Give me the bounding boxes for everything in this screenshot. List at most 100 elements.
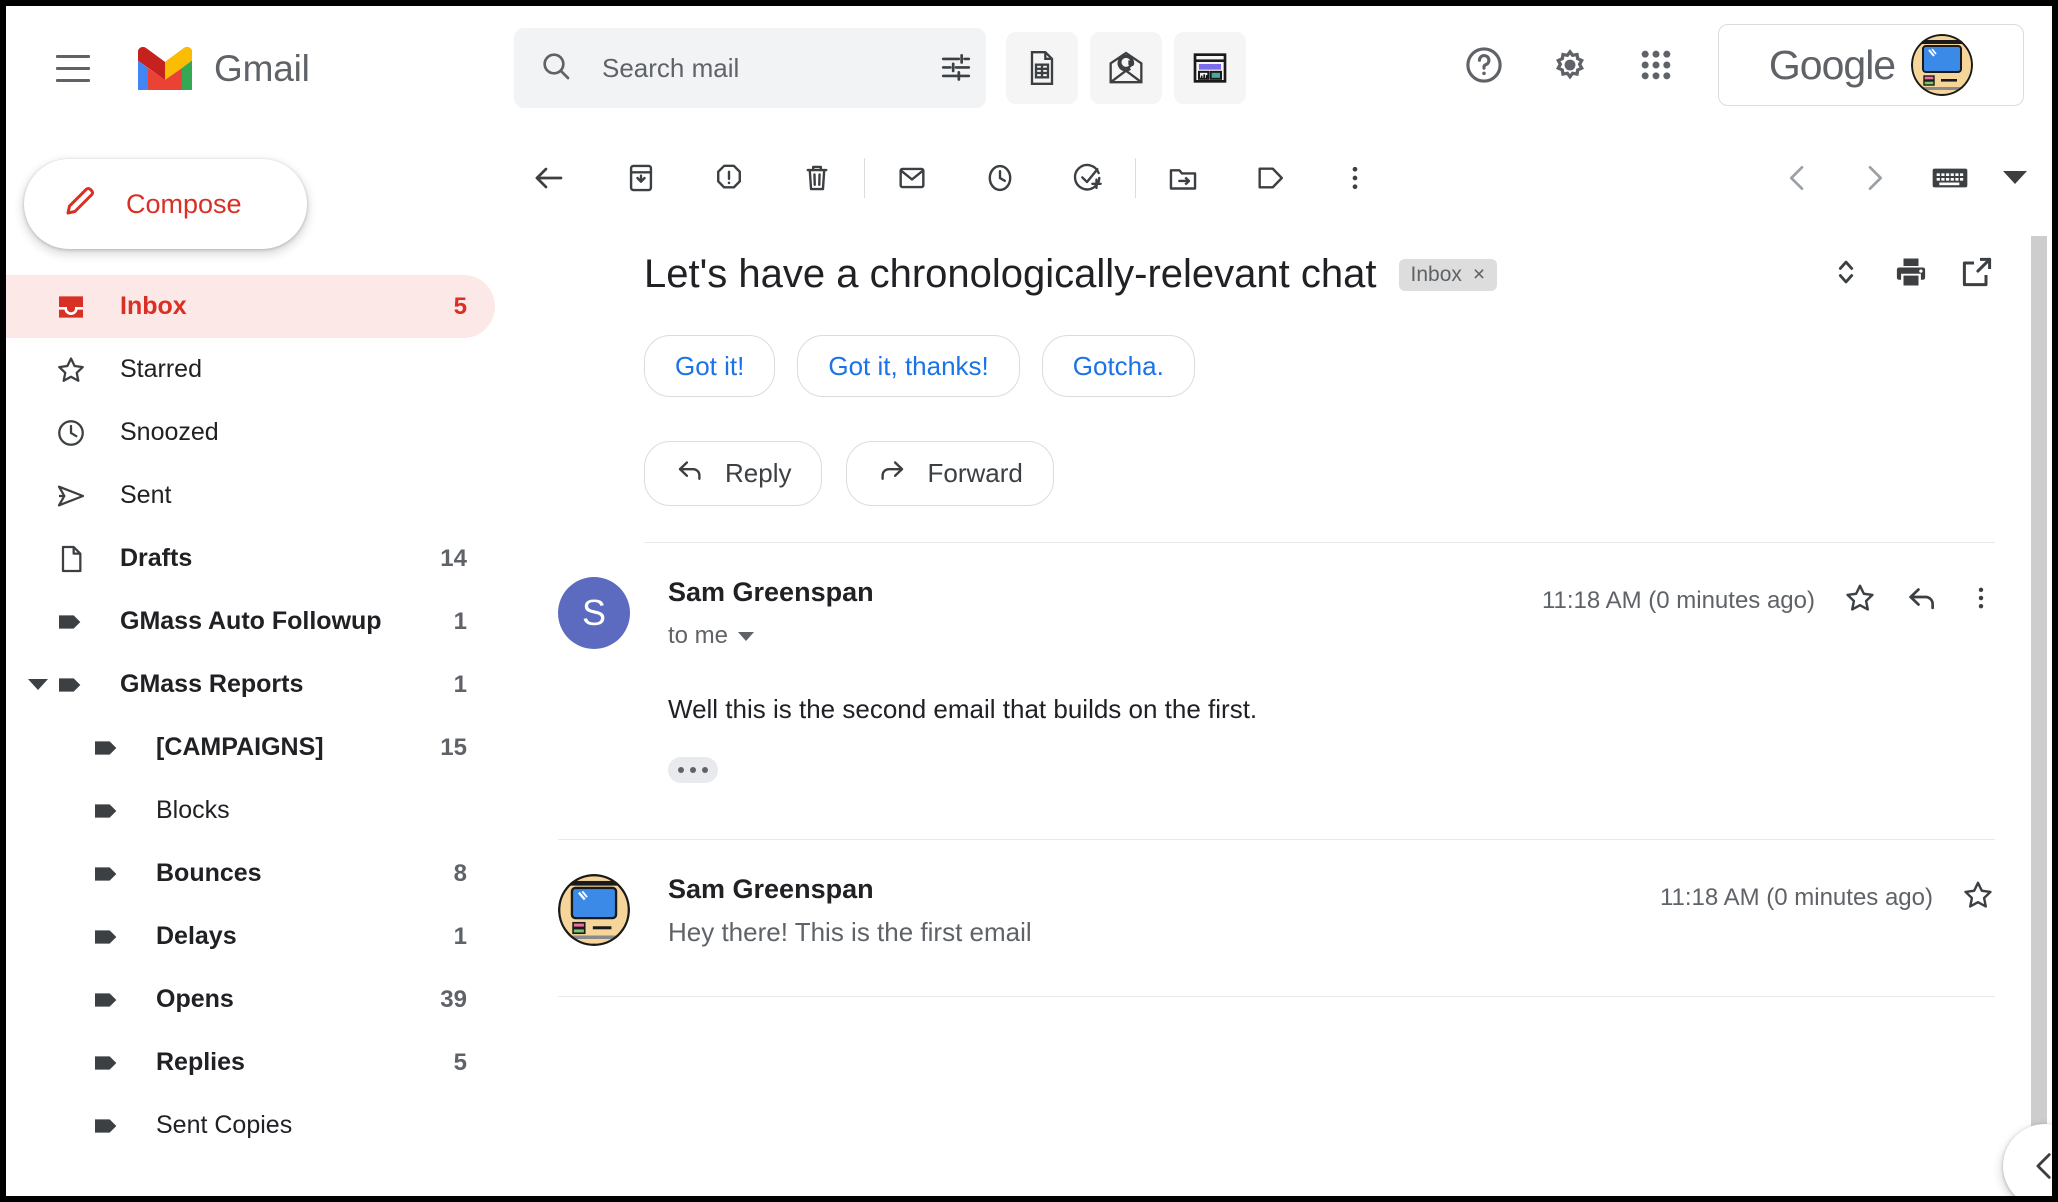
gmass-dashboard-button[interactable] <box>1174 32 1246 104</box>
recipient-toggle[interactable]: to me <box>668 622 874 650</box>
thread-view-actions <box>1829 254 1995 295</box>
apps-grid-icon[interactable] <box>1620 29 1692 101</box>
forward-arrow-icon <box>877 455 907 492</box>
search-bar[interactable] <box>514 28 986 108</box>
more-vertical-icon[interactable] <box>1324 147 1386 209</box>
gmail-brand[interactable]: Gmail <box>134 46 310 92</box>
label-icon <box>90 857 124 891</box>
label-icon <box>90 920 124 954</box>
sidebar-item-opens[interactable]: Opens 39 <box>6 968 495 1031</box>
expand-collapse-icon[interactable] <box>1829 255 1863 294</box>
next-icon[interactable] <box>1843 147 1905 209</box>
document-icon <box>54 542 88 576</box>
sidebar-item-sent-copies[interactable]: Sent Copies <box>6 1094 495 1157</box>
inbox-label-chip[interactable]: Inbox × <box>1398 258 1498 291</box>
search-input[interactable] <box>600 51 939 85</box>
sidebar-item-bounces[interactable]: Bounces 8 <box>6 842 495 905</box>
smart-reply-chip-3[interactable]: Gotcha. <box>1041 335 1195 397</box>
sender-name: Sam Greenspan <box>668 874 874 904</box>
smart-reply-chips: Got it! Got it, thanks! Gotcha. <box>644 335 2029 397</box>
account-button[interactable]: Google <box>1718 24 2024 106</box>
add-to-tasks-icon[interactable] <box>1057 147 1119 209</box>
open-in-new-window-icon[interactable] <box>1959 254 1995 295</box>
message-header: Sam Greenspan to me 11:18 AM (0 minutes … <box>668 577 1995 650</box>
message-body: Sam Greenspan to me 11:18 AM (0 minutes … <box>668 577 1995 783</box>
avatar[interactable]: S <box>558 577 630 649</box>
print-icon[interactable] <box>1893 254 1929 295</box>
app-header: Gmail Search mail Google <box>6 6 2052 131</box>
compose-button[interactable]: Compose <box>24 159 307 249</box>
compose-label: Compose <box>126 188 242 219</box>
gmass-email-button[interactable] <box>1090 32 1162 104</box>
star-icon[interactable] <box>1843 581 1877 620</box>
sidebar-item-campaigns[interactable]: [CAMPAIGNS] 15 <box>6 716 495 779</box>
avatar-initial: S <box>581 592 606 633</box>
thread-toolbar <box>496 131 2052 224</box>
previous-icon[interactable] <box>1767 147 1829 209</box>
sidebar-item-label: GMass Reports <box>120 670 304 698</box>
move-to-folder-icon[interactable] <box>1152 147 1214 209</box>
sidebar-item-replies[interactable]: Replies 5 <box>6 1031 495 1094</box>
gmail-logo-icon <box>134 46 196 92</box>
vertical-scrollbar[interactable] <box>2029 236 2049 1196</box>
gmail-window: Gmail Search mail Google Compose Inbox 5… <box>6 6 2052 1196</box>
chevron-down-icon[interactable] <box>28 679 48 690</box>
hamburger-icon[interactable] <box>42 38 104 100</box>
thread-pagination <box>1767 147 2027 209</box>
more-vertical-icon[interactable] <box>1967 584 1995 617</box>
sidebar-item-label: [CAMPAIGNS] <box>156 733 324 761</box>
scrollbar-thumb[interactable] <box>2031 236 2047 1196</box>
sidebar-item-count: 1 <box>453 607 467 635</box>
archive-icon[interactable] <box>610 147 672 209</box>
sidebar-item-label: Opens <box>156 985 234 1013</box>
help-icon[interactable] <box>1448 29 1520 101</box>
sidebar-item-count: 39 <box>440 985 467 1013</box>
clock-icon <box>54 416 88 450</box>
sidebar-item-starred[interactable]: Starred <box>6 338 495 401</box>
sidebar-item-sent[interactable]: Sent <box>6 464 495 527</box>
sidebar-item-delays[interactable]: Delays 1 <box>6 905 495 968</box>
reply-button[interactable]: Reply <box>644 441 823 506</box>
report-spam-icon[interactable] <box>698 147 760 209</box>
sidebar-item-gmass-reports[interactable]: GMass Reports 1 <box>6 653 495 716</box>
divider <box>558 996 1995 997</box>
message-text: Well this is the second email that build… <box>668 694 1258 724</box>
message-collapsed[interactable]: Sam Greenspan Hey there! This is the fir… <box>496 840 2029 948</box>
sidebar-item-label: Sent Copies <box>156 1111 293 1139</box>
show-trimmed-content-button[interactable] <box>668 757 718 783</box>
avatar[interactable] <box>1911 34 1974 96</box>
message-pane: Let's have a chronologically-relevant ch… <box>495 131 2052 1196</box>
sidebar-item-count: 5 <box>453 1048 467 1076</box>
search-icon <box>540 50 572 87</box>
sidebar-item-count: 1 <box>453 670 467 698</box>
google-wordmark: Google <box>1768 41 1896 88</box>
back-arrow-icon[interactable] <box>518 147 580 209</box>
smart-reply-chip-2[interactable]: Got it, thanks! <box>797 335 1020 397</box>
sidebar-item-inbox[interactable]: Inbox 5 <box>6 275 495 338</box>
trash-icon[interactable] <box>786 147 848 209</box>
sidebar-item-gmass-auto-followup[interactable]: GMass Auto Followup 1 <box>6 590 495 653</box>
inbox-icon <box>54 290 88 324</box>
keyboard-dropdown-icon[interactable] <box>2003 171 2027 184</box>
smart-reply-chip-1[interactable]: Got it! <box>644 335 776 397</box>
sidebar-item-snoozed[interactable]: Snoozed <box>6 401 495 464</box>
forward-button[interactable]: Forward <box>846 441 1054 506</box>
sidebar-item-count: 8 <box>453 859 467 887</box>
search-options-icon[interactable] <box>939 49 973 88</box>
gmass-spreadsheet-button[interactable] <box>1006 32 1078 104</box>
message-timestamp: 11:18 AM (0 minutes ago) <box>1541 586 1815 614</box>
snooze-clock-icon[interactable] <box>969 147 1031 209</box>
star-icon[interactable] <box>1961 878 1995 917</box>
avatar[interactable] <box>558 874 630 946</box>
mark-unread-icon[interactable] <box>881 147 943 209</box>
gear-icon[interactable] <box>1534 29 1606 101</box>
close-icon[interactable]: × <box>1473 263 1485 287</box>
keyboard-icon[interactable] <box>1919 147 1981 209</box>
sidebar-item-label: GMass Auto Followup <box>120 607 382 635</box>
sidebar-item-blocks[interactable]: Blocks <box>6 779 495 842</box>
sidebar-item-drafts[interactable]: Drafts 14 <box>6 527 495 590</box>
reply-icon[interactable] <box>1905 581 1939 620</box>
sidebar: Compose Inbox 5 Starred Snoozed Sent Dra… <box>6 131 495 1196</box>
label-icon[interactable] <box>1240 147 1302 209</box>
sidebar-item-label: Bounces <box>156 859 262 887</box>
